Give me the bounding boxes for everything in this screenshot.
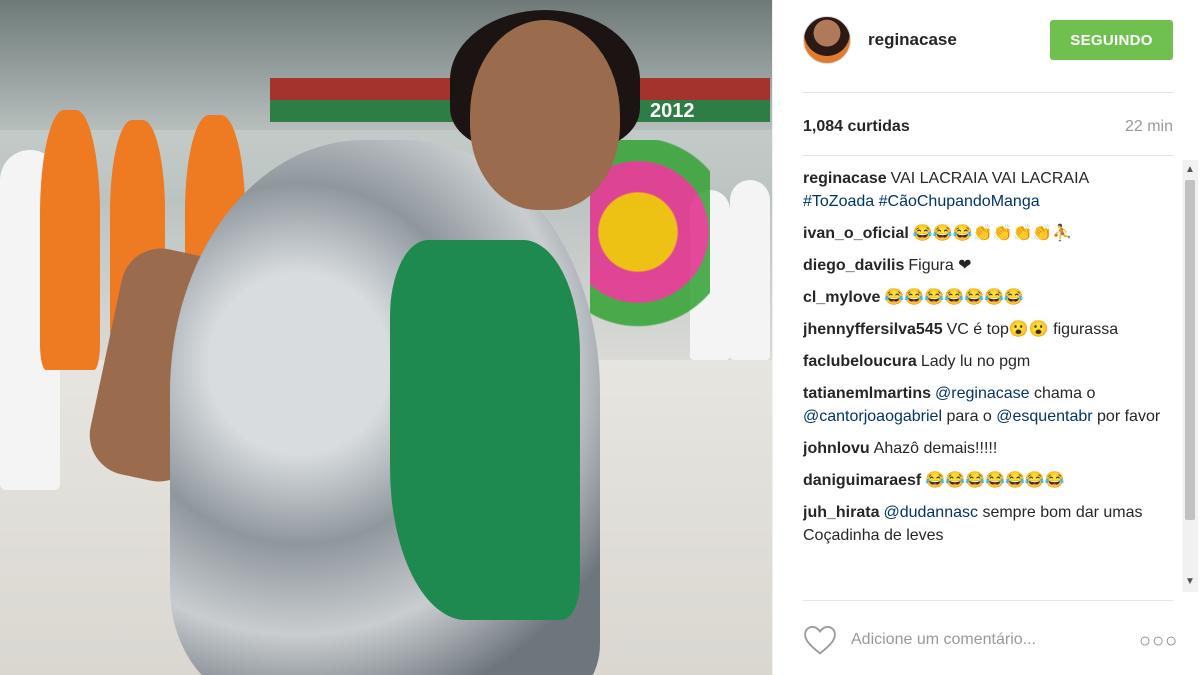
comment-username[interactable]: juh_hirata [803,504,879,521]
comment-text: 😂😂😂😂😂😂😂 [884,289,1024,306]
comment-username[interactable]: diego_davilis [803,257,904,274]
comment-username[interactable]: ivan_o_oficial [803,225,909,242]
comment-username[interactable]: cl_mylove [803,289,880,306]
header-divider [803,92,1173,93]
comment: tatianemlmartins @reginacase chama o @can… [803,382,1173,428]
stats-divider [803,155,1173,156]
scroll-down-icon[interactable]: ▼ [1182,574,1198,590]
comment-username[interactable]: johnlovu [803,440,870,457]
comment-text: 😂😂😂😂😂😂😂 [925,472,1065,489]
photo-banner-text: 2012 [650,100,695,122]
comment: johnlovu Ahazô demais!!!!! [803,437,1173,460]
footer-divider [803,600,1173,601]
comment-username[interactable]: faclubeloucura [803,353,917,370]
post-footer: ○○○ [773,610,1200,670]
comment-text: Lady lu no pgm [920,353,1031,370]
comments-scrollbar[interactable]: ▲ ▼ [1182,160,1198,592]
comment-mention[interactable]: @cantorjoaogabriel [803,408,942,425]
photo-figure-orange [40,110,100,370]
photo-woman-green-top [390,240,580,620]
comment-mention[interactable]: @reginacase [935,385,1030,402]
post-header: reginacase SEGUINDO [773,0,1200,84]
post-username[interactable]: reginacase [868,30,957,50]
comments-list[interactable]: reginacase VAI LACRAIA VAI LACRAIA #ToZoa… [803,167,1173,595]
photo-feathers [590,140,710,370]
avatar[interactable] [803,16,851,64]
post-sidebar: reginacase SEGUINDO 1,084 curtidas 22 mi… [772,0,1200,675]
scrollbar-thumb[interactable] [1185,180,1195,520]
post-time[interactable]: 22 min [1125,118,1173,136]
comment: diego_davilis Figura ❤ [803,254,1173,277]
comment: daniguimaraesf 😂😂😂😂😂😂😂 [803,469,1173,492]
comment: jhennyffersilva545 VC é top😮😮 figurassa [803,318,1173,341]
comment-input[interactable] [851,628,1111,652]
more-options-icon[interactable]: ○○○ [1139,630,1178,653]
comment-username[interactable]: daniguimaraesf [803,472,921,489]
photo-woman-face [470,20,620,210]
caption-hashtags[interactable]: #ToZoada #CãoChupandoManga [803,193,1040,210]
likes-count[interactable]: 1,084 curtidas [803,118,910,136]
heart-icon[interactable] [803,624,837,656]
comment-username[interactable]: jhennyffersilva545 [803,321,943,338]
comment: juh_hirata @dudannasc sempre bom dar umas… [803,501,1173,547]
comment-text: Figura ❤ [908,257,972,274]
comment-mention[interactable]: @esquentabr [996,408,1092,425]
comment: ivan_o_oficial 😂😂😂👏👏👏👏⛹ [803,222,1173,245]
comment-text: Ahazô demais!!!!! [873,440,998,457]
caption-username[interactable]: reginacase [803,170,887,187]
post-photo[interactable]: 2012 [0,0,772,675]
comment: faclubeloucura Lady lu no pgm [803,350,1173,373]
photo-figure-white [730,180,770,360]
post-stats: 1,084 curtidas 22 min [773,110,1200,140]
comment-username[interactable]: tatianemlmartins [803,385,931,402]
caption: reginacase VAI LACRAIA VAI LACRAIA #ToZoa… [803,167,1173,213]
comment-mention[interactable]: @dudannasc [883,504,978,521]
scroll-up-icon[interactable]: ▲ [1182,162,1198,178]
following-button[interactable]: SEGUINDO [1050,20,1173,60]
comment-text: por favor [1092,408,1161,425]
caption-text: VAI LACRAIA VAI LACRAIA [890,170,1090,187]
comment-text: para o [942,408,997,425]
comment-text: 😂😂😂👏👏👏👏⛹ [912,225,1073,242]
comment-text: chama o [1029,385,1096,402]
comment: cl_mylove 😂😂😂😂😂😂😂 [803,286,1173,309]
comment-text: VC é top😮😮 figurassa [946,321,1119,338]
